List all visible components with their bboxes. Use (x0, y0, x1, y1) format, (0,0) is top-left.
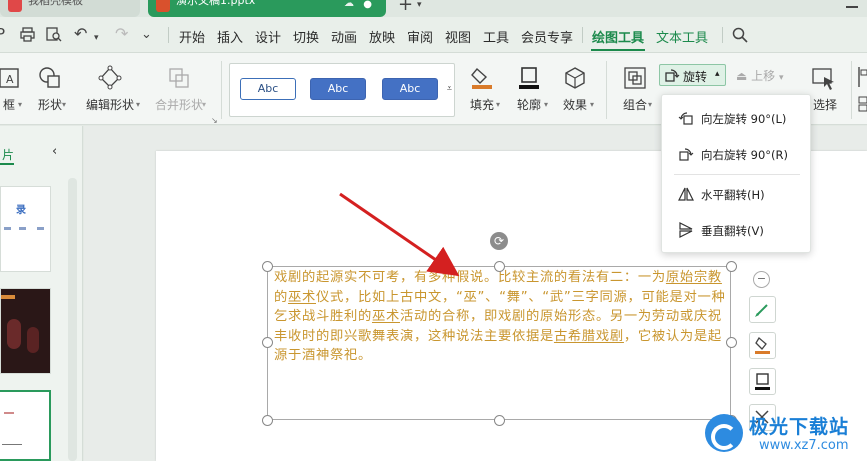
watermark-name: 极光下载站 (749, 416, 850, 438)
rotate-left-icon (678, 112, 693, 125)
quick-style-button[interactable] (749, 296, 776, 323)
rotate-dropdown-menu: 向左旋转 90°(L) 向右旋转 90°(R) 水平翻转(H) 垂直翻转(V) (661, 94, 811, 253)
rotate-left-90-item[interactable]: 向左旋转 90°(L) (662, 104, 812, 132)
menu-item-label: 水平翻转(H) (701, 188, 765, 202)
watermark-url: www.xz7.com (759, 438, 849, 453)
site-watermark: 极光下载站 www.xz7.com (705, 410, 865, 460)
pen-icon (755, 304, 768, 317)
rotate-right-90-item[interactable]: 向右旋转 90°(R) (662, 140, 812, 168)
menu-item-label: 向左旋转 90°(L) (701, 112, 787, 126)
flip-vertical-item[interactable]: 垂直翻转(V) (662, 216, 812, 244)
menu-divider (674, 174, 800, 175)
menu-item-label: 向右旋转 90°(R) (701, 148, 789, 162)
menu-item-label: 垂直翻转(V) (701, 224, 764, 238)
quick-outline-button[interactable] (749, 368, 776, 395)
rotate-right-icon (679, 148, 694, 161)
flip-vertical-icon (679, 222, 693, 238)
quick-fill-button[interactable] (749, 332, 776, 359)
outline-icon (755, 373, 770, 390)
watermark-logo-icon (705, 414, 743, 452)
fill-icon (755, 337, 770, 354)
flip-horizontal-item[interactable]: 水平翻转(H) (662, 180, 812, 208)
flip-horizontal-icon (678, 187, 694, 201)
collapse-toolbar-icon[interactable]: − (753, 271, 770, 288)
